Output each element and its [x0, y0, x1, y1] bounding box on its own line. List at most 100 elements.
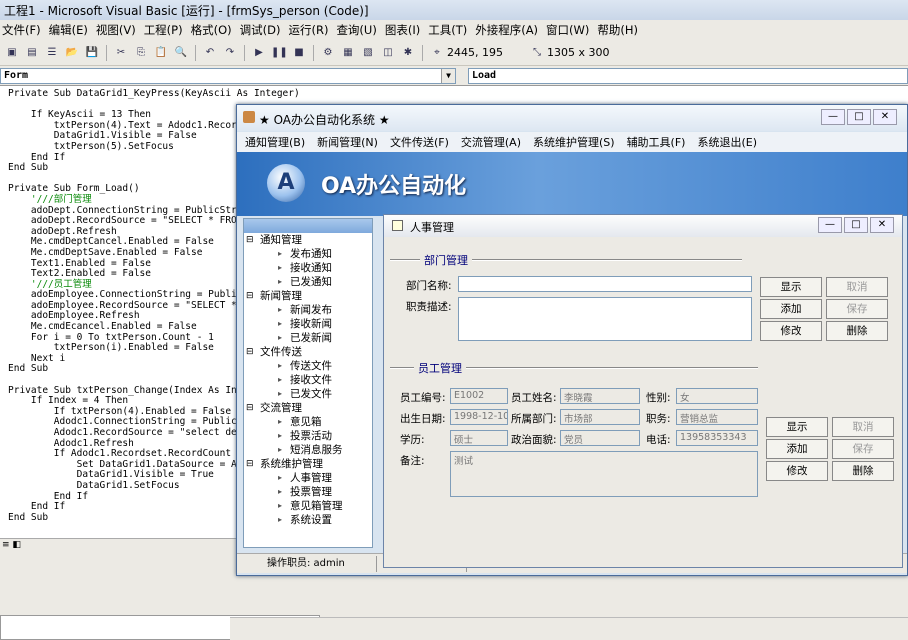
tree-item[interactable]: 发布通知 [244, 247, 372, 261]
object-browser-icon[interactable]: ◫ [380, 45, 396, 61]
dept-name-field[interactable] [458, 276, 752, 292]
run-icon[interactable]: ▶ [251, 45, 267, 61]
close-icon[interactable]: ✕ [870, 217, 894, 233]
tree-item[interactable]: 已发通知 [244, 275, 372, 289]
ide-menu-item[interactable]: 查询(U) [334, 22, 382, 38]
ide-menu-item[interactable]: 格式(O) [189, 22, 238, 38]
redo-icon[interactable]: ↷ [222, 45, 238, 61]
view-toggle-icon[interactable]: ≡ ◧ [2, 540, 21, 550]
stop-icon[interactable]: ■ [291, 45, 307, 61]
tree-item[interactable]: 投票管理 [244, 485, 372, 499]
tree-item[interactable]: 已发文件 [244, 387, 372, 401]
oa-menu-item[interactable]: 交流管理(A) [453, 134, 525, 150]
maximize-icon[interactable]: □ [844, 217, 868, 233]
dept-cancel-button[interactable]: 取消 [826, 277, 888, 297]
oa-menu-item[interactable]: 系统维护管理(S) [525, 134, 619, 150]
copy-icon[interactable]: ⎘ [133, 45, 149, 61]
tree-item[interactable]: 接收通知 [244, 261, 372, 275]
code-combo-bar: Form ▼ Load [0, 66, 908, 86]
find-icon[interactable]: 🔍 [173, 45, 189, 61]
oa-menu-item[interactable]: 系统退出(E) [689, 134, 761, 150]
ide-menu-item[interactable]: 工具(T) [426, 22, 473, 38]
add-project-icon[interactable]: ▣ [4, 45, 20, 61]
tree-item[interactable]: 传送文件 [244, 359, 372, 373]
cut-icon[interactable]: ✂ [113, 45, 129, 61]
save-icon[interactable]: 💾 [84, 45, 100, 61]
divider [390, 367, 414, 369]
code-hscroll[interactable]: ≡ ◧ [0, 538, 236, 554]
dept-show-button[interactable]: 显示 [760, 277, 822, 297]
toolbox-icon[interactable]: ✱ [400, 45, 416, 61]
chevron-down-icon[interactable]: ▼ [441, 69, 455, 83]
tree-group[interactable]: 系统维护管理 [244, 457, 372, 471]
paste-icon[interactable]: 📋 [153, 45, 169, 61]
gender-field[interactable]: 女 [676, 388, 758, 404]
tree-item[interactable]: 接收新闻 [244, 317, 372, 331]
emp-add-button[interactable]: 添加 [766, 439, 828, 459]
properties-icon[interactable]: ▦ [340, 45, 356, 61]
add-form-icon[interactable]: ▤ [24, 45, 40, 61]
note-field[interactable]: 测试 [450, 451, 758, 497]
tree-item[interactable]: 投票活动 [244, 429, 372, 443]
form-layout-icon[interactable]: ▧ [360, 45, 376, 61]
oa-menu-item[interactable]: 新闻管理(N) [309, 134, 382, 150]
dept-desc-field[interactable] [458, 297, 752, 341]
dept-add-button[interactable]: 添加 [760, 299, 822, 319]
maximize-icon[interactable]: □ [847, 109, 871, 125]
object-combo[interactable]: Form ▼ [0, 68, 456, 84]
phone-field[interactable]: 13958353343 [676, 430, 758, 446]
project-explorer-icon[interactable]: ⚙ [320, 45, 336, 61]
pause-icon[interactable]: ❚❚ [271, 45, 288, 61]
tree-group[interactable]: 通知管理 [244, 233, 372, 247]
dept-save-button[interactable]: 保存 [826, 299, 888, 319]
oa-menu-item[interactable]: 辅助工具(F) [619, 134, 690, 150]
tree-group[interactable]: 交流管理 [244, 401, 372, 415]
oa-menu-item[interactable]: 通知管理(B) [237, 134, 309, 150]
emp-id-field[interactable]: E1002 [450, 388, 508, 404]
procedure-combo[interactable]: Load [468, 68, 908, 84]
tree-item[interactable]: 意见箱管理 [244, 499, 372, 513]
tree-item[interactable]: 人事管理 [244, 471, 372, 485]
undo-icon[interactable]: ↶ [202, 45, 218, 61]
emp-show-button[interactable]: 显示 [766, 417, 828, 437]
tree-item[interactable]: 短消息服务 [244, 443, 372, 457]
close-icon[interactable]: ✕ [873, 109, 897, 125]
ide-menu-item[interactable]: 编辑(E) [47, 22, 94, 38]
oa-menu-item[interactable]: 文件传送(F) [382, 134, 453, 150]
politics-field[interactable]: 党员 [560, 430, 640, 446]
emp-delete-button[interactable]: 删除 [832, 461, 894, 481]
emp-save-button[interactable]: 保存 [832, 439, 894, 459]
tree-item[interactable]: 系统设置 [244, 513, 372, 527]
ide-menu-item[interactable]: 文件(F) [0, 22, 47, 38]
dept-edit-button[interactable]: 修改 [760, 321, 822, 341]
tree-item[interactable]: 已发新闻 [244, 331, 372, 345]
minimize-icon[interactable]: — [818, 217, 842, 233]
minimize-icon[interactable]: — [821, 109, 845, 125]
open-icon[interactable]: 📂 [64, 45, 80, 61]
ide-menu-item[interactable]: 工程(P) [142, 22, 189, 38]
separator [244, 44, 245, 61]
ide-menu-item[interactable]: 窗口(W) [544, 22, 595, 38]
ide-toolbar: ▣ ▤ ☰ 📂 💾 ✂ ⎘ 📋 🔍 ↶ ↷ ▶ ❚❚ ■ ⚙ ▦ ▧ ◫ ✱ ⌖… [0, 40, 908, 66]
tree-item[interactable]: 新闻发布 [244, 303, 372, 317]
emp-edit-button[interactable]: 修改 [766, 461, 828, 481]
dept-field[interactable]: 市场部 [560, 409, 640, 425]
ide-menu-item[interactable]: 调试(D) [238, 22, 287, 38]
tree-item[interactable]: 接收文件 [244, 373, 372, 387]
emp-name-field[interactable]: 李晓霞 [560, 388, 640, 404]
ide-menu-item[interactable]: 图表(I) [383, 22, 426, 38]
edu-field[interactable]: 硕士 [450, 430, 508, 446]
tree-group[interactable]: 文件传送 [244, 345, 372, 359]
ide-menu-item[interactable]: 视图(V) [94, 22, 142, 38]
dept-delete-button[interactable]: 删除 [826, 321, 888, 341]
menu-editor-icon[interactable]: ☰ [44, 45, 60, 61]
ide-menu-item[interactable]: 运行(R) [286, 22, 334, 38]
app-icon [243, 111, 255, 123]
ide-menu-item[interactable]: 帮助(H) [595, 22, 644, 38]
emp-cancel-button[interactable]: 取消 [832, 417, 894, 437]
job-field[interactable]: 营销总监 [676, 409, 758, 425]
tree-group[interactable]: 新闻管理 [244, 289, 372, 303]
ide-menu-item[interactable]: 外接程序(A) [473, 22, 544, 38]
tree-item[interactable]: 意见箱 [244, 415, 372, 429]
birth-field[interactable]: 1998-12-10 [450, 409, 508, 425]
